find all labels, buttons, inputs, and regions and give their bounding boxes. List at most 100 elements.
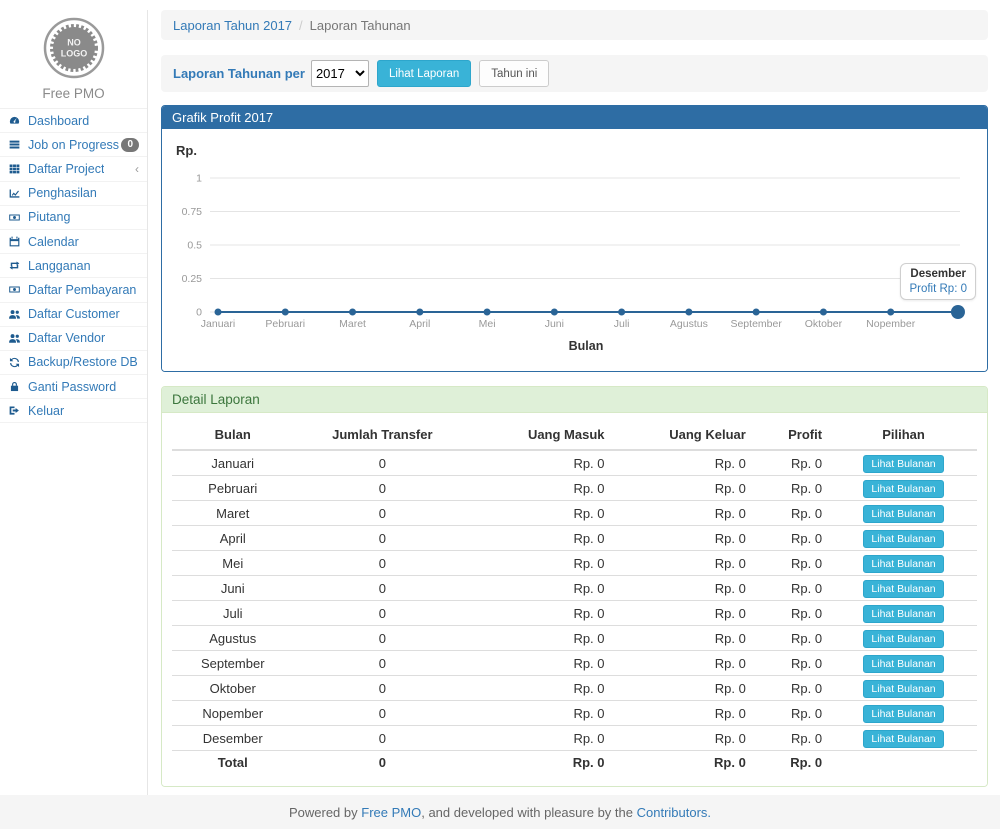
cell-profit: Rp. 0 (754, 476, 830, 501)
cell-profit: Rp. 0 (754, 450, 830, 476)
svg-text:Januari: Januari (201, 318, 235, 330)
sidebar-item-calendar[interactable]: Calendar (0, 230, 147, 254)
lihat-bulanan-button[interactable]: Lihat Bulanan (863, 555, 943, 573)
svg-text:NO: NO (67, 38, 81, 48)
sidebar-item-langganan[interactable]: Langganan (0, 254, 147, 278)
cell-uang-masuk: Rp. 0 (471, 551, 612, 576)
cell-uang-keluar: Rp. 0 (613, 651, 754, 676)
cell-uang-masuk: Rp. 0 (471, 476, 612, 501)
sidebar-item-daftar-pembayaran[interactable]: Daftar Pembayaran (0, 278, 147, 302)
cell-jumlah-transfer: 0 (293, 551, 471, 576)
sidebar-item-daftar-project[interactable]: Daftar Project‹ (0, 157, 147, 181)
tooltip-profit: Profit Rp: 0 (909, 283, 967, 295)
cell-bulan: Juli (172, 601, 293, 626)
sidebar-item-label: Penghasilan (28, 186, 97, 200)
lihat-bulanan-button[interactable]: Lihat Bulanan (863, 505, 943, 523)
total-cell-bulan: Total (172, 751, 293, 775)
sidebar-item-label: Daftar Project (28, 162, 104, 176)
retweet-icon (8, 259, 23, 272)
total-cell-uang-keluar: Rp. 0 (613, 751, 754, 775)
cell-pilihan: Lihat Bulanan (830, 726, 977, 751)
sidebar-item-penghasilan[interactable]: Penghasilan (0, 182, 147, 206)
sidebar-item-dashboard[interactable]: Dashboard (0, 109, 147, 133)
cell-bulan: Agustus (172, 626, 293, 651)
sidebar-item-keluar[interactable]: Keluar (0, 399, 147, 423)
sidebar-item-label: Dashboard (28, 114, 89, 128)
table-row-oktober: Oktober0Rp. 0Rp. 0Rp. 0Lihat Bulanan (172, 676, 977, 701)
cell-jumlah-transfer: 0 (293, 476, 471, 501)
sidebar-item-daftar-customer[interactable]: Daftar Customer (0, 303, 147, 327)
sidebar-item-piutang[interactable]: Piutang (0, 206, 147, 230)
cell-profit: Rp. 0 (754, 651, 830, 676)
cell-uang-masuk: Rp. 0 (471, 601, 612, 626)
cell-jumlah-transfer: 0 (293, 576, 471, 601)
table-row-mei: Mei0Rp. 0Rp. 0Rp. 0Lihat Bulanan (172, 551, 977, 576)
lihat-bulanan-button[interactable]: Lihat Bulanan (863, 480, 943, 498)
cell-pilihan: Lihat Bulanan (830, 501, 977, 526)
svg-text:0.75: 0.75 (182, 206, 203, 218)
svg-text:Oktober: Oktober (805, 318, 843, 330)
lihat-laporan-button[interactable]: Lihat Laporan (377, 60, 471, 87)
column-header-pilihan: Pilihan (830, 421, 977, 450)
cell-uang-keluar: Rp. 0 (613, 526, 754, 551)
table-icon (8, 162, 23, 175)
footer-text-middle: , and developed with pleasure by the (421, 805, 633, 820)
cell-uang-masuk: Rp. 0 (471, 526, 612, 551)
column-header-uang-masuk: Uang Masuk (471, 421, 612, 450)
lihat-bulanan-button[interactable]: Lihat Bulanan (863, 580, 943, 598)
total-cell-uang-masuk: Rp. 0 (471, 751, 612, 775)
year-select[interactable]: 2017 (311, 60, 369, 87)
profit-line-chart[interactable]: Rp.10.750.50.250JanuariPebruariMaretApri… (162, 129, 987, 374)
tahun-ini-button[interactable]: Tahun ini (479, 60, 549, 87)
table-row-september: September0Rp. 0Rp. 0Rp. 0Lihat Bulanan (172, 651, 977, 676)
breadcrumb-divider: / (299, 18, 303, 33)
sidebar-item-label: Piutang (28, 210, 70, 224)
footer-link-free-pmo[interactable]: Free PMO (361, 805, 421, 820)
svg-text:Nopember: Nopember (866, 318, 916, 330)
cell-uang-keluar: Rp. 0 (613, 476, 754, 501)
report-table-body: Januari0Rp. 0Rp. 0Rp. 0Lihat BulananPebr… (172, 450, 977, 774)
column-header-bulan: Bulan (172, 421, 293, 450)
svg-text:0.25: 0.25 (182, 273, 203, 285)
lihat-bulanan-button[interactable]: Lihat Bulanan (863, 455, 943, 473)
sidebar-item-label: Langganan (28, 259, 91, 273)
lihat-bulanan-button[interactable]: Lihat Bulanan (863, 705, 943, 723)
tooltip-month: Desember (909, 268, 967, 280)
cell-bulan: Januari (172, 450, 293, 476)
svg-text:Agustus: Agustus (670, 318, 708, 330)
cell-jumlah-transfer: 0 (293, 626, 471, 651)
count-badge: 0 (121, 138, 139, 152)
cell-bulan: Maret (172, 501, 293, 526)
lihat-bulanan-button[interactable]: Lihat Bulanan (863, 630, 943, 648)
total-cell-jumlah-transfer: 0 (293, 751, 471, 775)
svg-text:LOGO: LOGO (60, 49, 87, 59)
lihat-bulanan-button[interactable]: Lihat Bulanan (863, 655, 943, 673)
sidebar-item-daftar-vendor[interactable]: Daftar Vendor (0, 327, 147, 351)
lihat-bulanan-button[interactable]: Lihat Bulanan (863, 605, 943, 623)
cell-uang-keluar: Rp. 0 (613, 726, 754, 751)
svg-text:Juni: Juni (545, 318, 564, 330)
chart-tooltip: Desember Profit Rp: 0 (900, 263, 976, 300)
filter-label: Laporan Tahunan per (173, 66, 305, 81)
cell-bulan: Desember (172, 726, 293, 751)
lihat-bulanan-button[interactable]: Lihat Bulanan (863, 730, 943, 748)
lihat-bulanan-button[interactable]: Lihat Bulanan (863, 680, 943, 698)
sidebar-item-job-on-progress[interactable]: Job on Progress0 (0, 133, 147, 157)
sidebar-item-label: Backup/Restore DB (28, 355, 138, 369)
svg-text:April: April (409, 318, 430, 330)
lihat-bulanan-button[interactable]: Lihat Bulanan (863, 530, 943, 548)
chart-panel-title: Grafik Profit 2017 (162, 106, 987, 129)
footer-link-contributors[interactable]: Contributors. (637, 805, 711, 820)
detail-report-panel: Detail Laporan BulanJumlah TransferUang … (161, 386, 988, 787)
column-header-uang-keluar: Uang Keluar (613, 421, 754, 450)
cell-uang-masuk: Rp. 0 (471, 576, 612, 601)
sidebar-item-ganti-password[interactable]: Ganti Password (0, 375, 147, 399)
cell-pilihan: Lihat Bulanan (830, 651, 977, 676)
breadcrumb-link-laporan-tahun[interactable]: Laporan Tahun 2017 (173, 18, 292, 33)
cell-uang-keluar: Rp. 0 (613, 576, 754, 601)
table-row-juli: Juli0Rp. 0Rp. 0Rp. 0Lihat Bulanan (172, 601, 977, 626)
sidebar-item-backup-restore-db[interactable]: Backup/Restore DB (0, 351, 147, 375)
cell-uang-keluar: Rp. 0 (613, 501, 754, 526)
cell-uang-keluar: Rp. 0 (613, 626, 754, 651)
sidebar-menu: Dashboard Job on Progress0Daftar Project‹… (0, 108, 147, 423)
